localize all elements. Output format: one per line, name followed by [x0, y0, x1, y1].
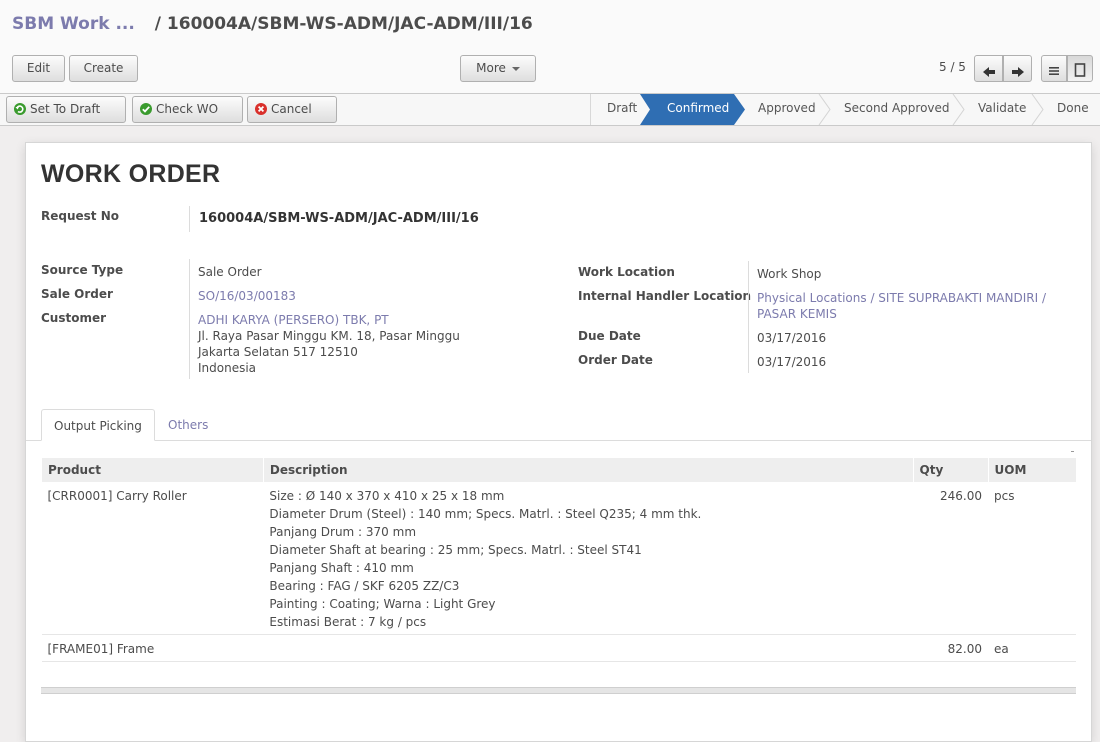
status-step-done[interactable]: Done	[1057, 94, 1089, 125]
internal-handler-line: PASAR KEMIS	[757, 307, 837, 321]
form-sheet: WORK ORDER Request No 160004A/SBM-WS-ADM…	[25, 142, 1092, 742]
description-cell	[263, 634, 914, 662]
description-line: Panjang Drum : 370 mm	[269, 525, 417, 539]
work-location-label: Work Location	[578, 265, 675, 279]
qty-cell: 82.00	[913, 634, 988, 662]
sale-order-link[interactable]: SO/16/03/00183	[198, 288, 296, 304]
chevron-divider-icon	[952, 94, 965, 125]
work-location-value: Work Shop	[757, 267, 822, 281]
chevron-divider-icon	[818, 94, 831, 125]
check-wo-button[interactable]: Check WO	[132, 96, 243, 123]
customer-address-line: Jakarta Selatan 517 12510	[198, 345, 358, 359]
description-line: Diameter Shaft at bearing : 25 mm; Specs…	[269, 543, 642, 557]
status-step-validate[interactable]: Validate	[978, 94, 1026, 125]
product-cell: [FRAME01] Frame	[41, 634, 264, 662]
internal-handler-line: Physical Locations / SITE SUPRABAKTI MAN…	[757, 291, 1047, 305]
breadcrumb-parent-link[interactable]: SBM Work ...	[12, 14, 135, 34]
column-header-product[interactable]: Product	[41, 458, 264, 482]
form-view-button[interactable]	[1067, 55, 1093, 82]
uom-cell: ea	[988, 634, 1076, 662]
pager-next-button[interactable]	[1003, 55, 1032, 82]
customer-link[interactable]: ADHI KARYA (PERSERO) TBK, PT	[198, 312, 460, 328]
edit-button[interactable]: Edit	[12, 55, 65, 82]
cancel-label: Cancel	[271, 102, 312, 116]
set-to-draft-label: Set To Draft	[30, 102, 101, 116]
source-type-value: Sale Order	[198, 265, 262, 279]
set-to-draft-button[interactable]: Set To Draft	[6, 96, 126, 123]
description-line: Size : Ø 140 x 370 x 410 x 25 x 18 mm	[269, 489, 505, 503]
list-icon	[1049, 67, 1059, 75]
description-line: Diameter Drum (Steel) : 140 mm; Specs. M…	[269, 507, 702, 521]
page-title: WORK ORDER	[41, 160, 221, 188]
customer-address-line: Indonesia	[198, 361, 257, 375]
source-type-label: Source Type	[41, 263, 124, 277]
description-line: Painting : Coating; Warna : Light Grey	[269, 597, 496, 611]
table-header-row: Product Description Qty UOM	[41, 458, 1076, 482]
arrow-left-icon	[982, 67, 995, 77]
refresh-icon	[14, 103, 26, 115]
customer-label: Customer	[41, 311, 107, 325]
form-icon	[1074, 63, 1086, 77]
status-step-approved[interactable]: Approved	[758, 94, 816, 125]
cancel-circle-icon	[255, 103, 267, 115]
sale-order-label: Sale Order	[41, 287, 113, 301]
create-button[interactable]: Create	[69, 55, 138, 82]
status-step-second-approved[interactable]: Second Approved	[844, 94, 950, 125]
check-circle-icon	[140, 103, 152, 115]
column-header-qty[interactable]: Qty	[912, 458, 988, 482]
statusbar-divider	[590, 94, 591, 125]
more-dropdown-button[interactable]: More	[460, 55, 536, 82]
statusbar: Set To Draft Check WO Cancel Draft Confi…	[0, 94, 1100, 126]
scroll-marker	[1071, 451, 1074, 452]
breadcrumb-current: 160004A/SBM-WS-ADM/JAC-ADM/III/16	[166, 14, 533, 34]
internal-handler-label: Internal Handler Location	[578, 289, 752, 303]
tab-output-picking[interactable]: Output Picking	[41, 409, 155, 441]
description-line: Bearing : FAG / SKF 6205 ZZ/C3	[269, 579, 460, 593]
more-label: More	[476, 61, 506, 75]
order-date-label: Order Date	[578, 353, 653, 367]
column-header-uom[interactable]: UOM	[987, 458, 1076, 482]
qty-cell: 246.00	[913, 482, 988, 635]
request-no-value: 160004A/SBM-WS-ADM/JAC-ADM/III/16	[199, 211, 479, 226]
request-no-label: Request No	[41, 209, 119, 223]
order-date-value: 03/17/2016	[757, 355, 827, 369]
uom-cell: pcs	[988, 482, 1076, 635]
description-cell: Size : Ø 140 x 370 x 410 x 25 x 18 mm Di…	[263, 482, 914, 635]
field-divider	[748, 261, 749, 373]
description-line: Panjang Shaft : 410 mm	[269, 561, 414, 575]
column-header-description[interactable]: Description	[262, 458, 914, 482]
product-cell: [CRR0001] Carry Roller	[41, 482, 264, 635]
breadcrumb: SBM Work ... / 160004A/SBM-WS-ADM/JAC-AD…	[12, 14, 533, 34]
table-footer	[41, 687, 1076, 694]
pager-previous-button[interactable]	[974, 55, 1003, 82]
pager-value[interactable]: 5 / 5	[939, 60, 966, 74]
status-step-confirmed[interactable]: Confirmed	[667, 94, 729, 125]
output-picking-table: Product Description Qty UOM [CRR0001] Ca…	[41, 458, 1076, 662]
status-step-draft[interactable]: Draft	[607, 94, 637, 125]
field-divider	[189, 259, 190, 379]
table-row[interactable]: [CRR0001] Carry Roller Size : Ø 140 x 37…	[41, 482, 1076, 635]
due-date-label: Due Date	[578, 329, 641, 343]
control-panel: SBM Work ... / 160004A/SBM-WS-ADM/JAC-AD…	[0, 0, 1100, 94]
internal-handler-link[interactable]: Physical Locations / SITE SUPRABAKTI MAN…	[757, 290, 1046, 322]
caret-down-icon	[511, 66, 520, 71]
field-divider	[189, 206, 190, 232]
table-row[interactable]: [FRAME01] Frame 82.00 ea	[41, 634, 1076, 662]
description-line: Estimasi Berat : 7 kg / pcs	[269, 615, 427, 629]
list-view-button[interactable]	[1041, 55, 1067, 82]
customer-address-line: Jl. Raya Pasar Minggu KM. 18, Pasar Ming…	[198, 329, 460, 343]
arrow-right-icon	[1011, 67, 1024, 77]
cancel-button[interactable]: Cancel	[247, 96, 337, 123]
tab-others[interactable]: Others	[156, 409, 220, 441]
due-date-value: 03/17/2016	[757, 331, 827, 345]
chevron-divider-icon	[1031, 94, 1044, 125]
customer-block: ADHI KARYA (PERSERO) TBK, PT Jl. Raya Pa…	[198, 312, 460, 376]
check-wo-label: Check WO	[156, 102, 219, 116]
breadcrumb-separator: /	[154, 14, 161, 34]
